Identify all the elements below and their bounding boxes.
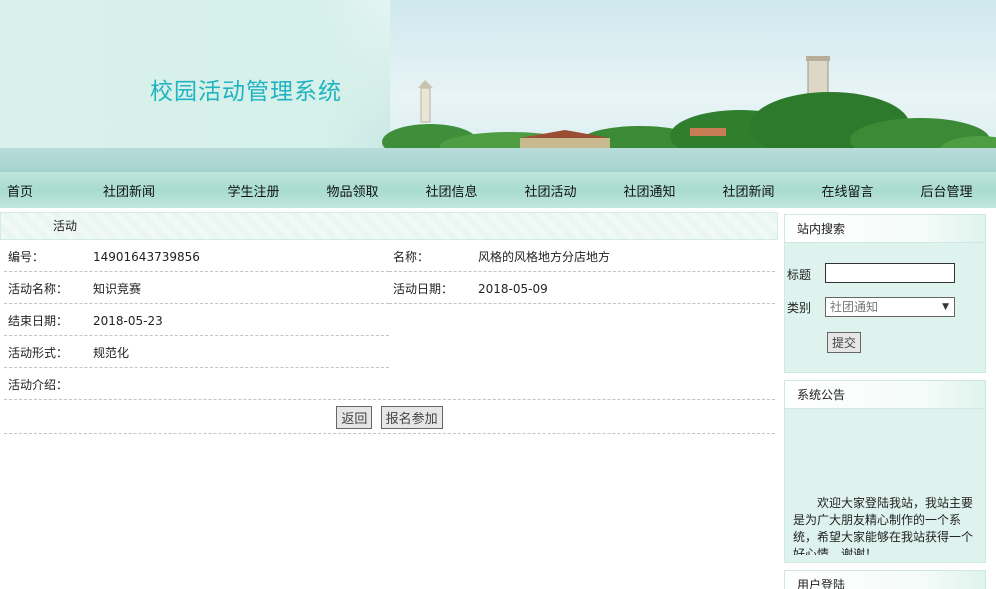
- sidebar: 站内搜索 标题 类别 社团通知 ▼ 提交 系统公告 欢迎大家登陆我站，我站主要是…: [784, 212, 996, 589]
- activity-detail-panel: 活动 编号： 14901643739856 名称： 风格的风格地方分店地方 活动…: [0, 212, 778, 589]
- name-label: 名称：: [393, 250, 430, 264]
- name-value: 风格的风格地方分店地方: [478, 250, 611, 264]
- search-box: 站内搜索 标题 类别 社团通知 ▼ 提交: [784, 214, 986, 373]
- nav-item-club-news[interactable]: 社团新闻: [54, 181, 204, 200]
- notice-heading: 系统公告: [785, 381, 985, 409]
- panel-heading: 活动: [0, 212, 778, 240]
- field-row-intro: 活动介绍：: [4, 370, 775, 400]
- search-heading: 站内搜索: [785, 215, 985, 243]
- banner-water: [0, 148, 996, 172]
- field-row-activity-date: 活动日期： 2018-05-09: [389, 274, 775, 304]
- activity-name-value: 知识竞赛: [93, 282, 142, 296]
- nav-item-club-info[interactable]: 社团信息: [402, 181, 501, 200]
- nav-item-guestbook[interactable]: 在线留言: [798, 181, 897, 200]
- main-nav: 首页 社团新闻 学生注册 物品领取 社团信息 社团活动 社团通知 社团新闻 在线…: [0, 172, 996, 208]
- end-date-value: 2018-05-23: [93, 314, 163, 328]
- activity-date-value: 2018-05-09: [478, 282, 548, 296]
- form-label: 活动形式：: [8, 346, 69, 360]
- action-buttons: 返回 报名参加: [4, 403, 775, 434]
- nav-item-club-news-2[interactable]: 社团新闻: [699, 181, 798, 200]
- activity-name-label: 活动名称：: [8, 282, 69, 296]
- nav-item-admin[interactable]: 后台管理: [897, 181, 996, 200]
- nav-item-club-notices[interactable]: 社团通知: [600, 181, 699, 200]
- search-category-label: 类别: [787, 301, 812, 315]
- header-banner: 校园活动管理系统: [0, 0, 996, 172]
- back-button[interactable]: 返回: [336, 406, 373, 429]
- join-button[interactable]: 报名参加: [380, 406, 443, 429]
- field-row-activity-name: 活动名称： 知识竞赛: [4, 274, 389, 304]
- login-heading: 用户登陆: [785, 571, 985, 589]
- search-title-label: 标题: [787, 268, 812, 282]
- notice-text: 欢迎大家登陆我站，我站主要是为广大朋友精心制作的一个系统，希望大家能够在我站获得…: [793, 496, 974, 555]
- nav-item-item-pickup[interactable]: 物品领取: [303, 181, 402, 200]
- search-category-select[interactable]: 社团通知 ▼: [825, 297, 955, 317]
- field-row-end-date: 结束日期： 2018-05-23: [4, 306, 389, 336]
- field-row-form: 活动形式： 规范化: [4, 338, 389, 368]
- notice-box: 系统公告 欢迎大家登陆我站，我站主要是为广大朋友精心制作的一个系统，希望大家能够…: [784, 380, 986, 563]
- search-category-value: 社团通知: [830, 300, 879, 314]
- site-title: 校园活动管理系统: [150, 79, 342, 105]
- form-value: 规范化: [93, 346, 130, 360]
- id-label: 编号：: [8, 250, 45, 264]
- activity-date-label: 活动日期：: [393, 282, 454, 296]
- field-row-name: 名称： 风格的风格地方分店地方: [389, 242, 775, 272]
- intro-label: 活动介绍：: [8, 378, 69, 392]
- search-title-input[interactable]: [825, 263, 955, 283]
- nav-item-home[interactable]: 首页: [0, 181, 54, 200]
- nav-item-student-register[interactable]: 学生注册: [204, 181, 303, 200]
- nav-item-club-activities[interactable]: 社团活动: [501, 181, 600, 200]
- end-date-label: 结束日期：: [8, 314, 69, 328]
- search-submit-button[interactable]: 提交: [827, 332, 862, 353]
- id-value: 14901643739856: [93, 250, 200, 264]
- login-box: 用户登陆: [784, 570, 986, 589]
- chevron-down-icon: ▼: [942, 302, 949, 312]
- field-row-id: 编号： 14901643739856: [4, 242, 389, 272]
